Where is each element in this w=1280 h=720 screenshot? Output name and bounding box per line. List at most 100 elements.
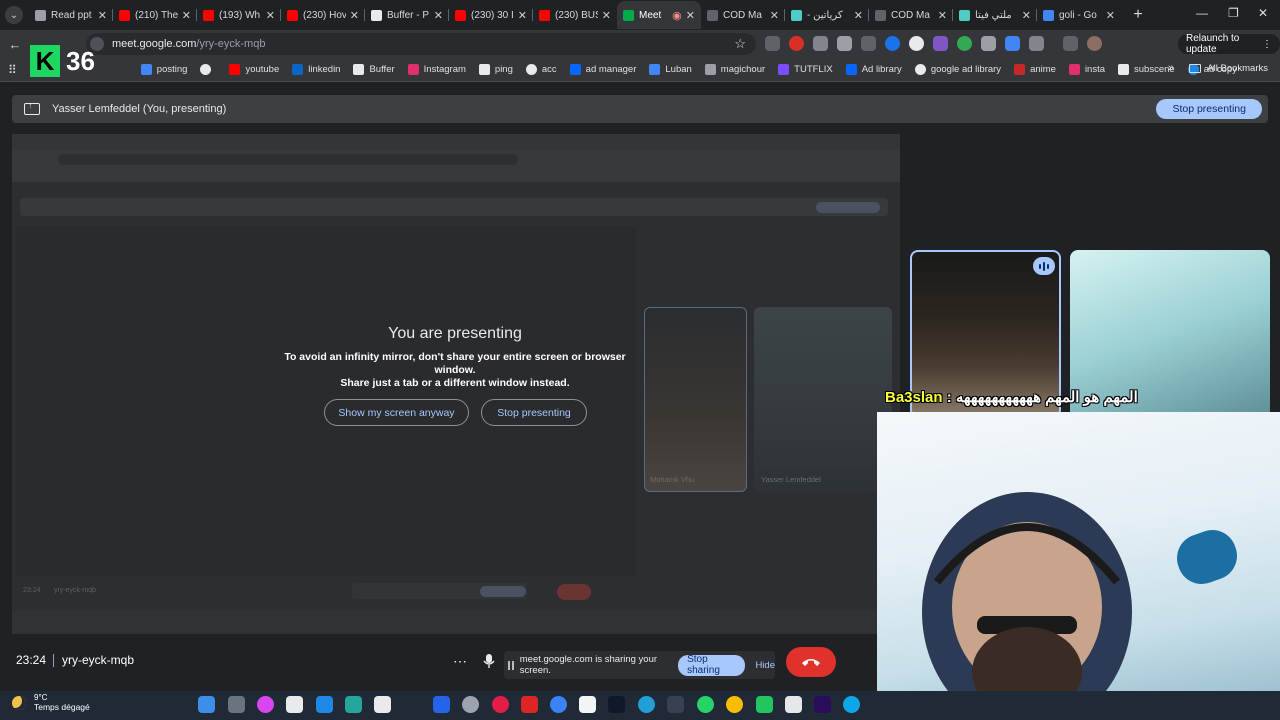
taskbar-app-icon[interactable] bbox=[756, 696, 773, 713]
tab-cod-2[interactable]: COD Ma ✕ bbox=[869, 1, 953, 29]
tab-close-icon[interactable]: ✕ bbox=[434, 9, 443, 22]
tab-close-icon[interactable]: ✕ bbox=[854, 9, 863, 22]
opera-icon[interactable] bbox=[492, 696, 509, 713]
bookmark-item[interactable]: ad manager bbox=[569, 64, 636, 75]
taskbar-app-icon[interactable] bbox=[316, 696, 333, 713]
tab-close-icon[interactable]: ✕ bbox=[686, 9, 695, 22]
extension-icon[interactable] bbox=[837, 36, 852, 51]
bookmark-item[interactable]: subscene bbox=[1118, 64, 1175, 75]
bookmark-item[interactable]: Ad library bbox=[845, 64, 902, 75]
end-call-button[interactable] bbox=[786, 647, 836, 677]
tab-goli[interactable]: goli - Go ✕ bbox=[1037, 1, 1121, 29]
tab-close-icon[interactable]: ✕ bbox=[938, 9, 947, 22]
tab-close-icon[interactable]: ✕ bbox=[518, 9, 527, 22]
more-options-icon[interactable]: ⋯ bbox=[447, 648, 473, 674]
tab-search-icon[interactable]: ⌄ bbox=[5, 6, 23, 24]
relaunch-button[interactable]: Relaunch to update ⋮ bbox=[1178, 33, 1280, 55]
edge-icon[interactable] bbox=[843, 696, 860, 713]
extension-icon[interactable] bbox=[1005, 36, 1020, 51]
tab-close-icon[interactable]: ✕ bbox=[1106, 9, 1115, 22]
extension-icon[interactable] bbox=[813, 36, 828, 51]
tab-close-icon[interactable]: ✕ bbox=[770, 9, 779, 22]
tab-close-icon[interactable]: ✕ bbox=[182, 9, 191, 22]
premiere-icon[interactable] bbox=[814, 696, 831, 713]
tab-creatine[interactable]: - كرياتين ✕ bbox=[785, 1, 869, 29]
bookmark-item[interactable]: google ad library bbox=[914, 64, 1001, 75]
puzzle-icon[interactable] bbox=[1029, 36, 1044, 51]
bookmark-item[interactable]: ping bbox=[478, 64, 513, 75]
bookmark-item[interactable] bbox=[200, 64, 216, 75]
tab-close-icon[interactable]: ✕ bbox=[1022, 9, 1031, 22]
tab-close-icon[interactable]: ✕ bbox=[350, 9, 359, 22]
whatsapp-icon[interactable] bbox=[697, 696, 714, 713]
bookmark-item[interactable]: Instagram bbox=[407, 64, 466, 75]
tab-youtube-4[interactable]: (230) 30 I ✕ bbox=[449, 1, 533, 29]
tab-youtube-1[interactable]: (210) The ✕ bbox=[113, 1, 197, 29]
back-icon[interactable]: ← bbox=[3, 37, 27, 52]
settings-icon[interactable] bbox=[462, 696, 479, 713]
menu-dots-icon[interactable]: ⋮ bbox=[1262, 39, 1272, 50]
taskbar-app-icon[interactable] bbox=[286, 696, 303, 713]
bookmark-item[interactable]: Buffer bbox=[353, 64, 395, 75]
tab-close-icon[interactable]: ✕ bbox=[98, 9, 107, 22]
tab-youtube-3[interactable]: (230) Hov ✕ bbox=[281, 1, 365, 29]
tab-youtube-5[interactable]: (230) BUS ✕ bbox=[533, 1, 617, 29]
extension-icon[interactable] bbox=[861, 36, 876, 51]
bookmark-item[interactable]: youtube bbox=[229, 64, 279, 75]
bookmark-item[interactable]: anime bbox=[1014, 64, 1056, 75]
extension-icon[interactable] bbox=[885, 36, 900, 51]
dialog-stop-presenting-button[interactable]: Stop presenting bbox=[481, 399, 587, 426]
stop-presenting-button[interactable]: Stop presenting bbox=[1156, 99, 1262, 119]
address-bar[interactable]: meet.google.com/yry-eyck-mqb ☆ bbox=[86, 33, 756, 55]
tab-youtube-2[interactable]: (193) Wh ✕ bbox=[197, 1, 281, 29]
extension-icon[interactable] bbox=[765, 36, 780, 51]
all-bookmarks-button[interactable]: All Bookmarks bbox=[1189, 63, 1268, 74]
taskbar-app-icon[interactable] bbox=[550, 696, 567, 713]
taskbar-app-icon[interactable] bbox=[667, 696, 684, 713]
bookmark-item[interactable]: Luban bbox=[649, 64, 692, 75]
drag-handle-icon[interactable] bbox=[508, 660, 514, 670]
extension-icon[interactable] bbox=[789, 36, 804, 51]
extension-icon[interactable] bbox=[981, 36, 996, 51]
notion-icon[interactable] bbox=[785, 696, 802, 713]
microphone-icon[interactable] bbox=[476, 648, 502, 674]
chrome-icon[interactable] bbox=[726, 696, 743, 713]
mail-icon[interactable] bbox=[433, 696, 450, 713]
taskbar-app-icon[interactable] bbox=[521, 696, 538, 713]
bookmark-star-icon[interactable]: ☆ bbox=[734, 36, 746, 52]
taskbar-app-icon[interactable] bbox=[374, 696, 391, 713]
minimize-icon[interactable]: — bbox=[1196, 6, 1208, 20]
copilot-icon[interactable] bbox=[257, 696, 274, 713]
media-icon[interactable] bbox=[1063, 36, 1078, 51]
task-view-icon[interactable] bbox=[228, 696, 245, 713]
show-screen-anyway-button[interactable]: Show my screen anyway bbox=[324, 399, 469, 426]
stop-sharing-button[interactable]: Stop sharing bbox=[678, 654, 746, 676]
bookmark-item[interactable]: linkedin bbox=[292, 64, 340, 75]
tab-close-icon[interactable]: ✕ bbox=[266, 9, 275, 22]
bookmark-item[interactable]: insta bbox=[1068, 64, 1105, 75]
extension-icon[interactable] bbox=[933, 36, 948, 51]
hide-button[interactable]: Hide bbox=[755, 660, 775, 671]
bookmarks-overflow-icon[interactable]: » bbox=[1168, 62, 1174, 74]
new-tab-button[interactable]: + bbox=[1127, 6, 1149, 24]
window-close-icon[interactable]: ✕ bbox=[1258, 6, 1268, 20]
extension-icon[interactable] bbox=[957, 36, 972, 51]
bookmark-item[interactable]: acc bbox=[525, 64, 557, 75]
taskbar-app-icon[interactable] bbox=[345, 696, 362, 713]
bookmark-item[interactable]: TUTFLIX bbox=[778, 64, 833, 75]
taskbar-app-icon[interactable] bbox=[579, 696, 596, 713]
tab-read-ppt[interactable]: Read ppt ✕ bbox=[29, 1, 113, 29]
telegram-icon[interactable] bbox=[638, 696, 655, 713]
profile-avatar[interactable] bbox=[1087, 36, 1102, 51]
tab-close-icon[interactable]: ✕ bbox=[602, 9, 611, 22]
weather-widget[interactable]: 9°C Temps dégagé bbox=[12, 693, 90, 712]
bookmark-item[interactable]: magichour bbox=[704, 64, 765, 75]
tiktok-icon[interactable] bbox=[608, 696, 625, 713]
apps-icon[interactable]: ⠿ bbox=[8, 63, 17, 77]
windows-start-icon[interactable] bbox=[198, 696, 215, 713]
extension-icon[interactable] bbox=[909, 36, 924, 51]
bookmark-item[interactable]: posting bbox=[140, 64, 187, 75]
tab-meet[interactable]: Meet ◉ ✕ bbox=[617, 1, 701, 29]
tab-buffer[interactable]: Buffer - P ✕ bbox=[365, 1, 449, 29]
tab-multivita[interactable]: ملتي فيتا ✕ bbox=[953, 1, 1037, 29]
